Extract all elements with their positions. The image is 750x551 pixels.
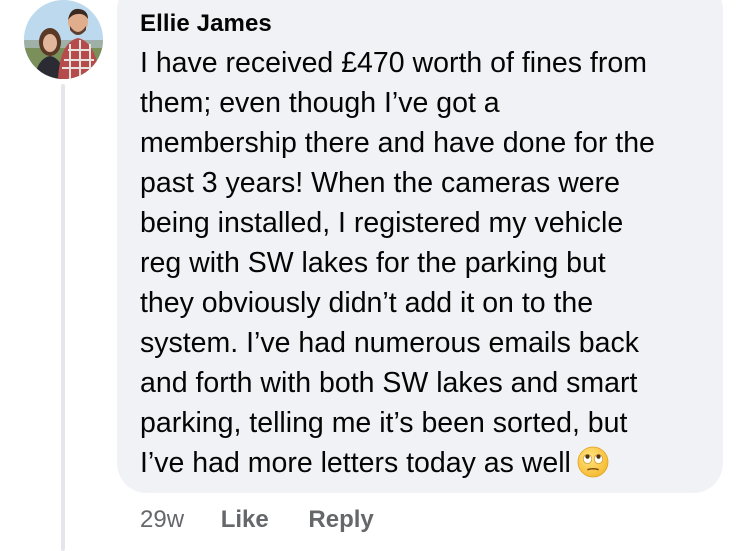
comment-text-line: being installed, I registered my vehicle — [140, 207, 624, 239]
comment-text-line-last: I’ve had more letters today as well — [140, 443, 715, 489]
comment-body: I have received £470 worth of fines from… — [140, 43, 715, 489]
avatar[interactable] — [24, 0, 103, 79]
comment-text-line: membership there and have done for the — [140, 127, 655, 159]
comment-author-name[interactable]: Ellie James — [140, 10, 272, 38]
comment-text-line: I’ve had more letters today as well — [140, 447, 571, 479]
comment-text-line: and forth with both SW lakes and smart — [140, 367, 638, 399]
comment-text-line: reg with SW lakes for the parking but — [140, 247, 606, 279]
reply-button[interactable]: Reply — [308, 505, 373, 535]
eye-roll-emoji-icon — [577, 446, 609, 489]
comment-actions: 29w Like Reply — [140, 505, 374, 535]
comment-text-line: they obviously didn’t add it on to the — [140, 287, 594, 319]
comment-timestamp[interactable]: 29w — [140, 505, 184, 535]
comment-text-line: I have received £470 worth of fines from — [140, 47, 647, 79]
like-button[interactable]: Like — [221, 505, 269, 535]
avatar-photo — [24, 0, 103, 79]
comment-text-line: system. I’ve had numerous emails back — [140, 327, 639, 359]
comment-text-line: past 3 years! When the cameras were — [140, 167, 620, 199]
comment-text-line: parking, telling me it’s been sorted, bu… — [140, 407, 628, 439]
thread-connector-line — [61, 84, 65, 551]
comment-text-line: them; even though I’ve got a — [140, 87, 500, 119]
